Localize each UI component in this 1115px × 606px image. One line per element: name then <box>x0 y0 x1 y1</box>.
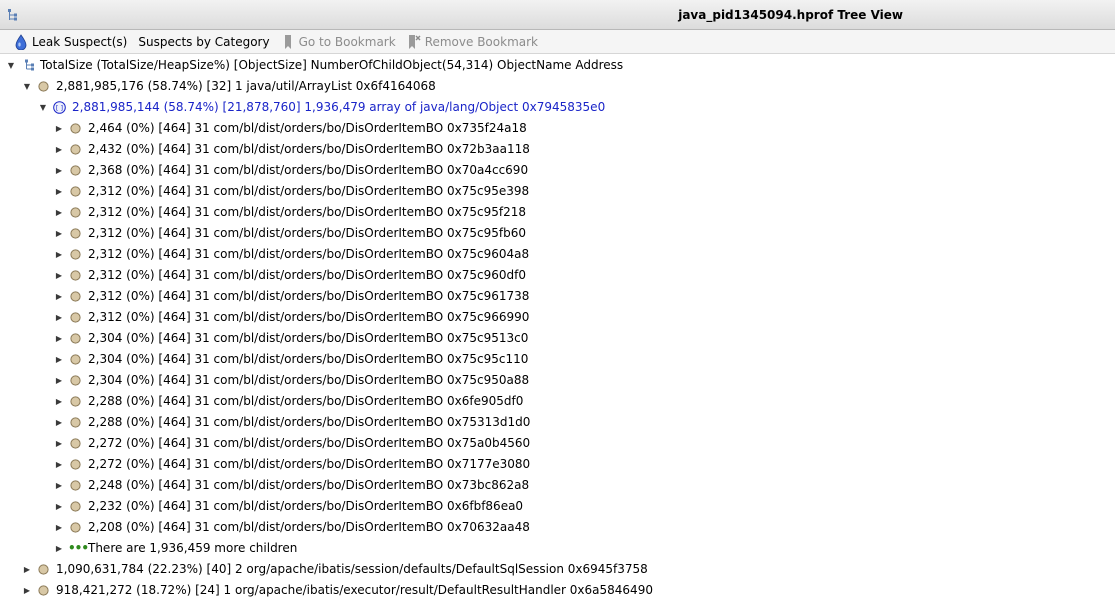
object-icon <box>70 249 81 260</box>
collapse-arrow-icon[interactable]: ▼ <box>6 55 16 76</box>
tree-child-label: 2,272 (0%) [464] 31 com/bl/dist/orders/b… <box>88 457 531 471</box>
toolbar: Leak Suspect(s) Suspects by Category Go … <box>0 30 1115 54</box>
object-icon <box>70 522 81 533</box>
expand-arrow-icon[interactable]: ▶ <box>54 160 64 181</box>
tree-child-label: 2,208 (0%) [464] 31 com/bl/dist/orders/b… <box>88 520 530 534</box>
tree-child-label: 2,312 (0%) [464] 31 com/bl/dist/orders/b… <box>88 247 530 261</box>
expand-arrow-icon[interactable]: ▶ <box>54 370 64 391</box>
tree-child-label: 2,312 (0%) [464] 31 com/bl/dist/orders/b… <box>88 310 530 324</box>
tree-node-label: 1,090,631,784 (22.23%) [40] 2 org/apache… <box>56 562 648 576</box>
tree-child-label: 2,248 (0%) [464] 31 com/bl/dist/orders/b… <box>88 478 530 492</box>
expand-arrow-icon[interactable]: ▶ <box>54 307 64 328</box>
collapse-arrow-icon[interactable]: ▼ <box>38 97 48 118</box>
object-icon <box>70 375 81 386</box>
object-icon <box>70 270 81 281</box>
expand-arrow-icon[interactable]: ▶ <box>54 118 64 139</box>
object-icon <box>70 123 81 134</box>
expand-arrow-icon[interactable]: ▶ <box>54 181 64 202</box>
bookmark-icon <box>284 34 291 49</box>
more-children-label: There are 1,936,459 more children <box>88 541 298 555</box>
tree-child-label: 2,312 (0%) [464] 31 com/bl/dist/orders/b… <box>88 205 526 219</box>
suspects-by-category-label: Suspects by Category <box>138 34 270 49</box>
object-icon <box>70 354 81 365</box>
tree-node-label: 2,881,985,176 (58.74%) [32] 1 java/util/… <box>56 79 436 93</box>
remove-bookmark-label: Remove Bookmark <box>424 34 538 49</box>
expand-arrow-icon[interactable]: ▶ <box>54 286 64 307</box>
tree-child-label: 2,312 (0%) [464] 31 com/bl/dist/orders/b… <box>88 268 526 282</box>
object-icon <box>38 81 49 92</box>
expand-arrow-icon[interactable]: ▶ <box>22 559 32 580</box>
tree-child-label: 2,368 (0%) [464] 31 com/bl/dist/orders/b… <box>88 163 529 177</box>
expand-arrow-icon[interactable]: ▶ <box>54 412 64 433</box>
expand-arrow-icon[interactable]: ▶ <box>54 202 64 223</box>
more-dots-icon: ••• <box>68 541 89 555</box>
object-icon <box>70 438 81 449</box>
object-icon <box>70 417 81 428</box>
tree-child-label: 2,288 (0%) [464] 31 com/bl/dist/orders/b… <box>88 394 524 408</box>
expand-arrow-icon[interactable]: ▶ <box>54 538 64 559</box>
tree-child-label: 2,304 (0%) [464] 31 com/bl/dist/orders/b… <box>88 331 529 345</box>
tree-child-label: 2,432 (0%) [464] 31 com/bl/dist/orders/b… <box>88 142 530 156</box>
object-icon <box>70 165 81 176</box>
suspects-by-category-button[interactable]: Suspects by Category <box>138 35 269 49</box>
tree-child-label: 2,304 (0%) [464] 31 com/bl/dist/orders/b… <box>88 373 530 387</box>
expand-arrow-icon[interactable]: ▶ <box>54 517 64 538</box>
svg-text:[ ]: [ ] <box>56 104 63 112</box>
tree-child-label: 2,464 (0%) [464] 31 com/bl/dist/orders/b… <box>88 121 527 135</box>
go-to-bookmark-label: Go to Bookmark <box>298 34 396 49</box>
object-icon <box>70 144 81 155</box>
tree-root-icon <box>25 59 34 71</box>
leak-suspects-button[interactable]: Leak Suspect(s) <box>14 33 128 50</box>
tree-view: ▼ TotalSize (TotalSize/HeapSize%) [Objec… <box>0 55 1115 606</box>
tree-header-label: TotalSize (TotalSize/HeapSize%) [ObjectS… <box>40 58 624 72</box>
collapse-arrow-icon[interactable]: ▼ <box>22 76 32 97</box>
object-icon <box>70 186 81 197</box>
object-icon <box>70 480 81 491</box>
object-icon <box>70 207 81 218</box>
object-icon <box>70 312 81 323</box>
expand-arrow-icon[interactable]: ▶ <box>54 433 64 454</box>
object-icon <box>70 396 81 407</box>
expand-arrow-icon[interactable]: ▶ <box>54 475 64 496</box>
object-icon <box>38 585 49 596</box>
expand-arrow-icon[interactable]: ▶ <box>54 265 64 286</box>
array-icon: [ ] <box>53 101 66 114</box>
tree-child-label: 2,312 (0%) [464] 31 com/bl/dist/orders/b… <box>88 184 530 198</box>
expand-arrow-icon[interactable]: ▶ <box>54 223 64 244</box>
object-icon <box>70 291 81 302</box>
tree-child-label: 2,312 (0%) [464] 31 com/bl/dist/orders/b… <box>88 226 526 240</box>
expand-arrow-icon[interactable]: ▶ <box>22 580 32 601</box>
tree-child-label: 2,312 (0%) [464] 31 com/bl/dist/orders/b… <box>88 289 530 303</box>
tree-child-label: 2,288 (0%) [464] 31 com/bl/dist/orders/b… <box>88 415 531 429</box>
expand-arrow-icon[interactable]: ▶ <box>54 454 64 475</box>
object-icon <box>70 333 81 344</box>
expand-arrow-icon[interactable]: ▶ <box>54 349 64 370</box>
object-icon <box>70 459 81 470</box>
tree-child-label: 2,272 (0%) [464] 31 com/bl/dist/orders/b… <box>88 436 531 450</box>
object-icon <box>70 228 81 239</box>
remove-bookmark-icon <box>408 34 421 49</box>
expand-arrow-icon[interactable]: ▶ <box>54 391 64 412</box>
tree-child-label: 2,304 (0%) [464] 31 com/bl/dist/orders/b… <box>88 352 529 366</box>
expand-arrow-icon[interactable]: ▶ <box>54 139 64 160</box>
object-icon <box>70 501 81 512</box>
expand-arrow-icon[interactable]: ▶ <box>54 496 64 517</box>
droplet-icon <box>15 33 27 50</box>
title-bar: java_pid1345094.hprof Tree View <box>0 0 1115 30</box>
go-to-bookmark-button[interactable]: Go to Bookmark <box>281 34 396 50</box>
tree-child-label: 2,232 (0%) [464] 31 com/bl/dist/orders/b… <box>88 499 524 513</box>
tree-node-label: 918,421,272 (18.72%) [24] 1 org/apache/i… <box>56 583 653 597</box>
remove-bookmark-button[interactable]: Remove Bookmark <box>407 34 538 50</box>
expand-arrow-icon[interactable]: ▶ <box>54 244 64 265</box>
tree-node-label: 2,881,985,144 (58.74%) [21,878,760] 1,93… <box>72 100 606 114</box>
window-title: java_pid1345094.hprof Tree View <box>678 8 903 22</box>
expand-arrow-icon[interactable]: ▶ <box>54 328 64 349</box>
object-icon <box>38 564 49 575</box>
leak-suspects-label: Leak Suspect(s) <box>32 34 128 49</box>
